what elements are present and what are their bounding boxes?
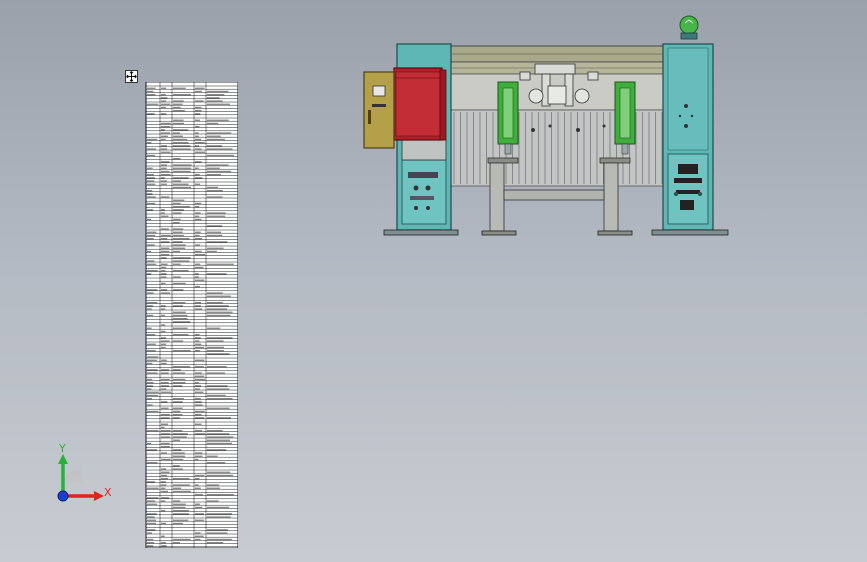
graphics-viewport[interactable]: Y X xyxy=(0,0,867,562)
bill-of-materials-table[interactable] xyxy=(138,82,238,548)
z-axis-dot xyxy=(57,490,69,502)
ball-indicator xyxy=(679,15,699,35)
machine-assembly-model[interactable] xyxy=(360,10,735,240)
coordinate-triad: Y X xyxy=(50,440,120,510)
x-axis-label: X xyxy=(104,486,112,499)
y-axis-label: Y xyxy=(59,442,66,455)
move-icon[interactable] xyxy=(125,68,138,83)
